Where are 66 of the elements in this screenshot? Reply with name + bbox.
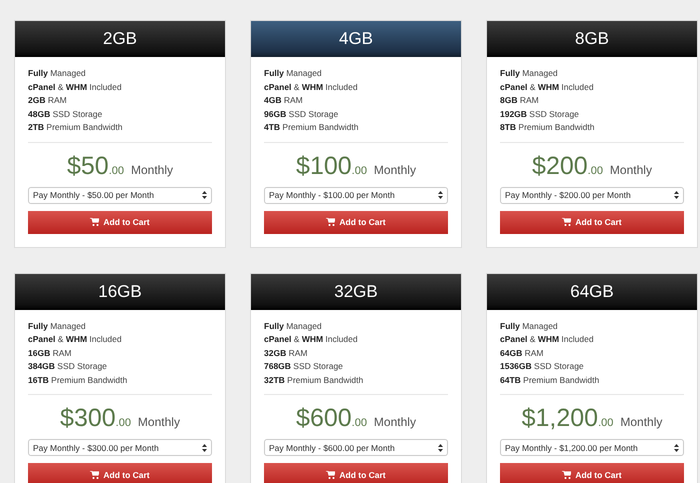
feature-text: 16TB Premium Bandwidth bbox=[28, 374, 128, 386]
feature-text: Fully Managed bbox=[28, 67, 87, 80]
cart-icon bbox=[90, 218, 100, 226]
plan-title: 16GB bbox=[98, 282, 142, 302]
feature-text: 64GB RAM bbox=[500, 346, 544, 360]
feature-text: cPanel & WHM Included bbox=[28, 80, 123, 94]
price-label: $200.00 Monthly bbox=[532, 150, 652, 180]
updown-icon bbox=[438, 444, 443, 452]
billing-select[interactable]: Pay Monthly - $200.00 per Month bbox=[500, 186, 684, 204]
plan-title: 32GB bbox=[334, 282, 378, 302]
add-to-cart-button[interactable]: Add to Cart bbox=[264, 210, 448, 234]
feature-text: cPanel & WHM Included bbox=[264, 333, 359, 346]
feature-text: 8TB Premium Bandwidth bbox=[500, 121, 596, 134]
add-to-cart-button[interactable]: Add to Cart bbox=[28, 463, 212, 483]
feature-text: Fully Managed bbox=[28, 320, 87, 333]
feature-text: 4GB RAM bbox=[264, 94, 304, 107]
plan-title: 8GB bbox=[574, 29, 610, 49]
price-label: $600.00 Monthly bbox=[296, 403, 416, 433]
updown-icon bbox=[674, 444, 679, 452]
cart-icon bbox=[562, 218, 572, 226]
cart-icon bbox=[326, 470, 336, 478]
feature-text: 96GB SSD Storage bbox=[264, 108, 340, 121]
feature-text: 2TB Premium Bandwidth bbox=[28, 121, 124, 134]
feature-text: cPanel & WHM Included bbox=[500, 333, 595, 346]
billing-select[interactable]: Pay Monthly - $1,200.00 per Month bbox=[500, 439, 684, 456]
feature-text: 8GB RAM bbox=[500, 94, 540, 107]
feature-text: 1536GB SSD Storage bbox=[500, 360, 585, 373]
feature-text: Fully Managed bbox=[264, 320, 323, 333]
feature-text: 32TB Premium Bandwidth bbox=[264, 374, 364, 386]
price-label: $1,200.00 Monthly bbox=[522, 403, 662, 433]
cart-icon bbox=[562, 470, 572, 478]
feature-text: 384GB SSD Storage bbox=[28, 360, 108, 373]
add-to-cart-button[interactable]: Add to Cart bbox=[28, 210, 212, 234]
updown-icon bbox=[674, 191, 679, 199]
billing-select[interactable]: Pay Monthly - $300.00 per Month bbox=[28, 439, 212, 456]
feature-text: cPanel & WHM Included bbox=[28, 333, 123, 346]
billing-select[interactable]: Pay Monthly - $100.00 per Month bbox=[264, 186, 448, 204]
feature-text: 32GB RAM bbox=[264, 346, 308, 360]
updown-icon bbox=[438, 191, 443, 199]
cart-icon bbox=[90, 470, 100, 478]
feature-text: Fully Managed bbox=[500, 320, 559, 333]
feature-text: cPanel & WHM Included bbox=[500, 80, 595, 94]
plan-title: 4GB bbox=[338, 29, 374, 49]
feature-text: 192GB SSD Storage bbox=[500, 108, 580, 121]
cart-icon bbox=[326, 218, 336, 226]
feature-text: 16GB RAM bbox=[28, 346, 72, 360]
feature-text: cPanel & WHM Included bbox=[264, 80, 359, 94]
billing-select[interactable]: Pay Monthly - $600.00 per Month bbox=[264, 439, 448, 456]
plan-title: 64GB bbox=[570, 282, 614, 302]
feature-text: 64TB Premium Bandwidth bbox=[500, 374, 600, 386]
price-label: $300.00 Monthly bbox=[60, 403, 180, 433]
feature-text: Fully Managed bbox=[500, 67, 559, 80]
feature-text: 4TB Premium Bandwidth bbox=[264, 121, 360, 134]
feature-text: 2GB RAM bbox=[28, 94, 68, 107]
add-to-cart-button[interactable]: Add to Cart bbox=[500, 463, 684, 483]
updown-icon bbox=[202, 191, 207, 199]
updown-icon bbox=[202, 444, 207, 452]
feature-text: 48GB SSD Storage bbox=[28, 108, 104, 121]
add-to-cart-button[interactable]: Add to Cart bbox=[264, 463, 448, 483]
add-to-cart-button[interactable]: Add to Cart bbox=[500, 210, 684, 234]
plan-title: 2GB bbox=[102, 29, 138, 49]
billing-select[interactable]: Pay Monthly - $50.00 per Month bbox=[28, 186, 212, 204]
feature-text: Fully Managed bbox=[264, 67, 323, 80]
feature-text: 768GB SSD Storage bbox=[264, 360, 344, 373]
price-label: $50.00 Monthly bbox=[67, 150, 173, 180]
price-label: $100.00 Monthly bbox=[296, 150, 416, 180]
